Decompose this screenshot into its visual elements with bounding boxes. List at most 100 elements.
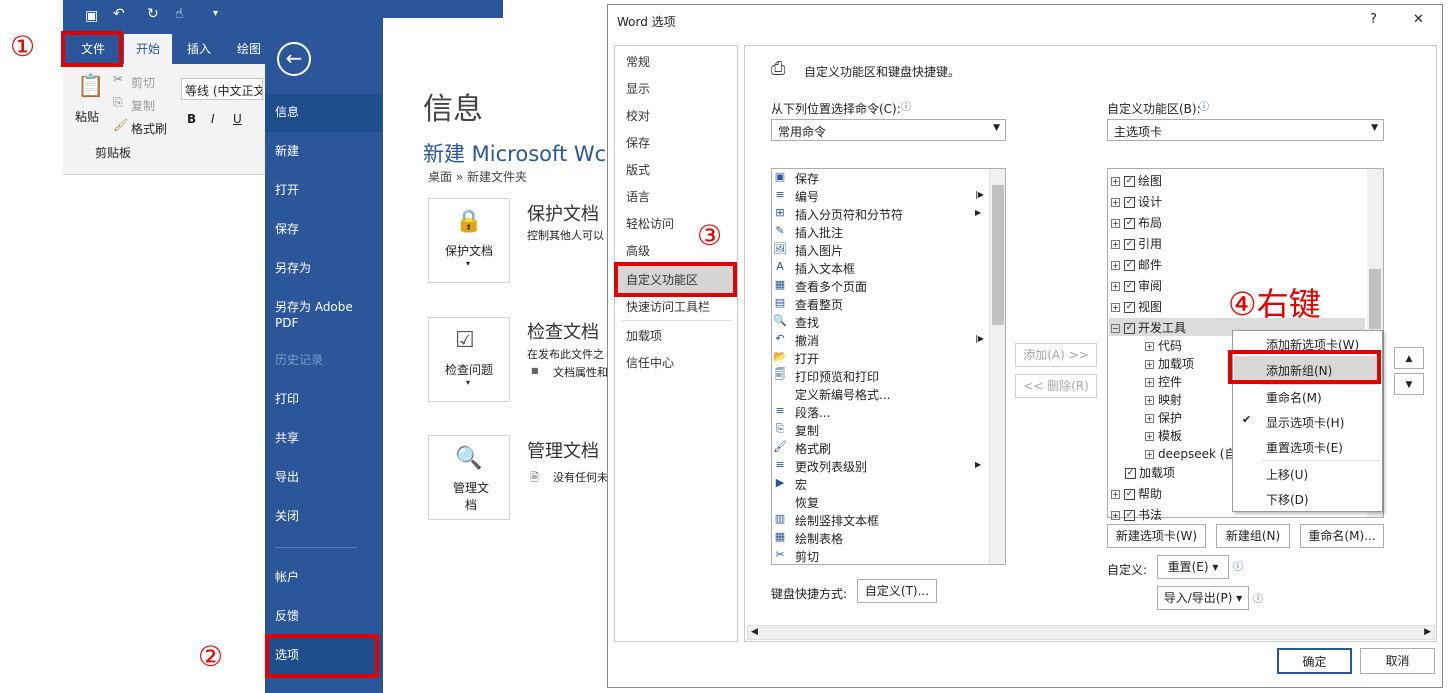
command-item[interactable]: 插入分页符和分节符 — [795, 206, 903, 223]
nav-save-as-pdf[interactable]: 另存为 Adobe PDF — [275, 299, 375, 331]
protect-document-tile[interactable]: 🔒 保护文档 ▾ — [428, 198, 510, 283]
format-painter-button[interactable]: 格式刷 — [131, 120, 167, 137]
menu-reset-tab[interactable]: 重置选项卡(E) — [1266, 439, 1343, 456]
expand-icon[interactable]: + — [1111, 303, 1120, 312]
nav-close[interactable]: 关闭 — [275, 508, 299, 524]
category-accessibility[interactable]: 轻松访问 — [626, 215, 674, 232]
tree-tab-item[interactable]: + ✓ 引用 — [1111, 235, 1162, 252]
customize-ribbon-select[interactable]: 主选项卡 ▼ — [1107, 119, 1384, 141]
command-item[interactable]: 插入文本框 — [795, 260, 855, 277]
ok-button[interactable]: 确定 — [1277, 648, 1352, 674]
checkbox[interactable]: ✓ — [1124, 176, 1135, 187]
tree-group-item[interactable]: + 映射 — [1145, 391, 1182, 408]
expand-icon[interactable]: + — [1111, 261, 1120, 270]
command-item[interactable]: 剪切 — [795, 548, 819, 565]
tree-group-item[interactable]: + 保护 — [1145, 409, 1182, 426]
checkbox[interactable]: ✓ — [1124, 260, 1135, 271]
expand-icon[interactable]: + — [1111, 282, 1120, 291]
tree-tab-item[interactable]: + ✓ 设计 — [1111, 193, 1162, 210]
close-icon[interactable]: ✕ — [1413, 12, 1424, 27]
rename-button[interactable]: 重命名(M)... — [1300, 524, 1384, 548]
expand-icon[interactable]: + — [1145, 396, 1154, 405]
category-language[interactable]: 语言 — [626, 188, 650, 205]
command-item[interactable]: 插入批注 — [795, 224, 843, 241]
tab-file[interactable]: 文件 — [66, 34, 120, 64]
category-addins[interactable]: 加载项 — [626, 327, 662, 344]
expand-icon[interactable]: + — [1111, 490, 1120, 499]
expand-icon[interactable]: + — [1145, 432, 1154, 441]
command-item[interactable]: 格式刷 — [795, 440, 831, 457]
keyboard-customize-button[interactable]: 自定义(T)... — [857, 579, 937, 603]
category-general[interactable]: 常规 — [626, 53, 650, 70]
expand-icon[interactable]: + — [1111, 177, 1120, 186]
tree-tab-item[interactable]: + ✓ 帮助 — [1111, 485, 1162, 502]
horizontal-scrollbar[interactable]: ◀ ▶ — [747, 625, 1435, 640]
expand-icon[interactable]: + — [1145, 450, 1154, 459]
checkbox[interactable]: ✓ — [1124, 302, 1135, 313]
add-button[interactable]: 添加(A) >> — [1015, 343, 1097, 367]
checkbox[interactable]: ✓ — [1124, 197, 1135, 208]
tree-tab-item[interactable]: + ✓ 邮件 — [1111, 256, 1162, 273]
choose-commands-select[interactable]: 常用命令 ▼ — [771, 119, 1006, 141]
manage-document-tile[interactable]: 🔍 管理文档 — [428, 435, 510, 520]
category-customize-ribbon[interactable]: 自定义功能区 — [626, 271, 698, 288]
nav-options[interactable]: 选项 — [275, 647, 299, 663]
category-advanced[interactable]: 高级 — [626, 242, 650, 259]
command-item[interactable]: 更改列表级别 — [795, 458, 867, 475]
back-icon[interactable]: ← — [277, 42, 311, 76]
command-item[interactable]: 打印预览和打印 — [795, 368, 879, 385]
command-item[interactable]: 绘制表格 — [795, 530, 843, 547]
tree-tab-item[interactable]: + ✓ 绘图 — [1111, 172, 1162, 189]
command-item[interactable]: 定义新编号格式... — [795, 386, 890, 403]
command-item[interactable]: 段落... — [795, 404, 830, 421]
help-button[interactable]: ? — [1370, 12, 1377, 27]
nav-save-as[interactable]: 另存为 — [275, 260, 311, 276]
tree-tab-item[interactable]: − ✓ 开发工具 — [1111, 319, 1186, 336]
checkbox[interactable]: ✓ — [1124, 281, 1135, 292]
save-icon[interactable]: ▣ — [85, 8, 98, 24]
nav-export[interactable]: 导出 — [275, 469, 299, 485]
import-export-button[interactable]: 导入/导出(P) ▾ — [1157, 586, 1249, 610]
expand-icon[interactable]: + — [1111, 511, 1120, 520]
category-display[interactable]: 显示 — [626, 80, 650, 97]
checkbox[interactable]: ✓ — [1124, 239, 1135, 250]
command-item[interactable]: 查看整页 — [795, 296, 843, 313]
category-layout[interactable]: 版式 — [626, 161, 650, 178]
italic-button[interactable]: I — [211, 112, 215, 126]
scroll-thumb[interactable] — [992, 185, 1004, 325]
tree-tab-item[interactable]: + ✓ 书法 — [1111, 506, 1162, 523]
command-item[interactable]: 复制 — [795, 422, 819, 439]
tree-group-item[interactable]: + 模板 — [1145, 427, 1182, 444]
nav-open[interactable]: 打开 — [275, 182, 299, 198]
command-item[interactable]: 打开 — [795, 350, 819, 367]
expand-icon[interactable]: + — [1145, 342, 1154, 351]
category-save[interactable]: 保存 — [626, 134, 650, 151]
paste-button[interactable]: 粘贴 — [75, 108, 99, 125]
menu-rename[interactable]: 重命名(M) — [1266, 389, 1322, 406]
command-item[interactable]: 查看多个页面 — [795, 278, 867, 295]
nav-feedback[interactable]: 反馈 — [275, 608, 299, 624]
move-down-button[interactable]: ▼ — [1394, 373, 1424, 395]
command-item[interactable]: 编号 — [795, 188, 819, 205]
menu-move-down[interactable]: 下移(D) — [1266, 491, 1309, 508]
command-item[interactable]: 撤消 — [795, 332, 819, 349]
checkbox[interactable]: ✓ — [1124, 510, 1135, 521]
underline-button[interactable]: U — [233, 112, 242, 126]
scroll-thumb[interactable] — [1369, 269, 1381, 329]
new-group-button[interactable]: 新建组(N) — [1216, 524, 1290, 548]
command-item[interactable]: 宏 — [795, 476, 807, 493]
font-name-box[interactable]: 等线 (中文正文) — [181, 78, 263, 100]
menu-add-new-tab[interactable]: 添加新选项卡(W) — [1266, 336, 1359, 353]
commands-scrollbar[interactable] — [989, 169, 1005, 564]
expand-icon[interactable]: + — [1111, 240, 1120, 249]
tree-group-item[interactable]: + 加载项 — [1145, 355, 1194, 372]
tree-tab-item[interactable]: + ✓ 视图 — [1111, 298, 1162, 315]
copy-button[interactable]: 复制 — [131, 97, 155, 114]
bold-button[interactable]: B — [187, 112, 196, 126]
remove-button[interactable]: << 删除(R) — [1015, 374, 1097, 398]
move-up-button[interactable]: ▲ — [1394, 347, 1424, 369]
reset-button[interactable]: 重置(E) ▾ — [1157, 555, 1229, 579]
tree-tab-item[interactable]: ✓ 加载项 — [1125, 464, 1175, 481]
checkbox[interactable]: ✓ — [1124, 489, 1135, 500]
menu-show-tab[interactable]: 显示选项卡(H) — [1266, 414, 1344, 431]
